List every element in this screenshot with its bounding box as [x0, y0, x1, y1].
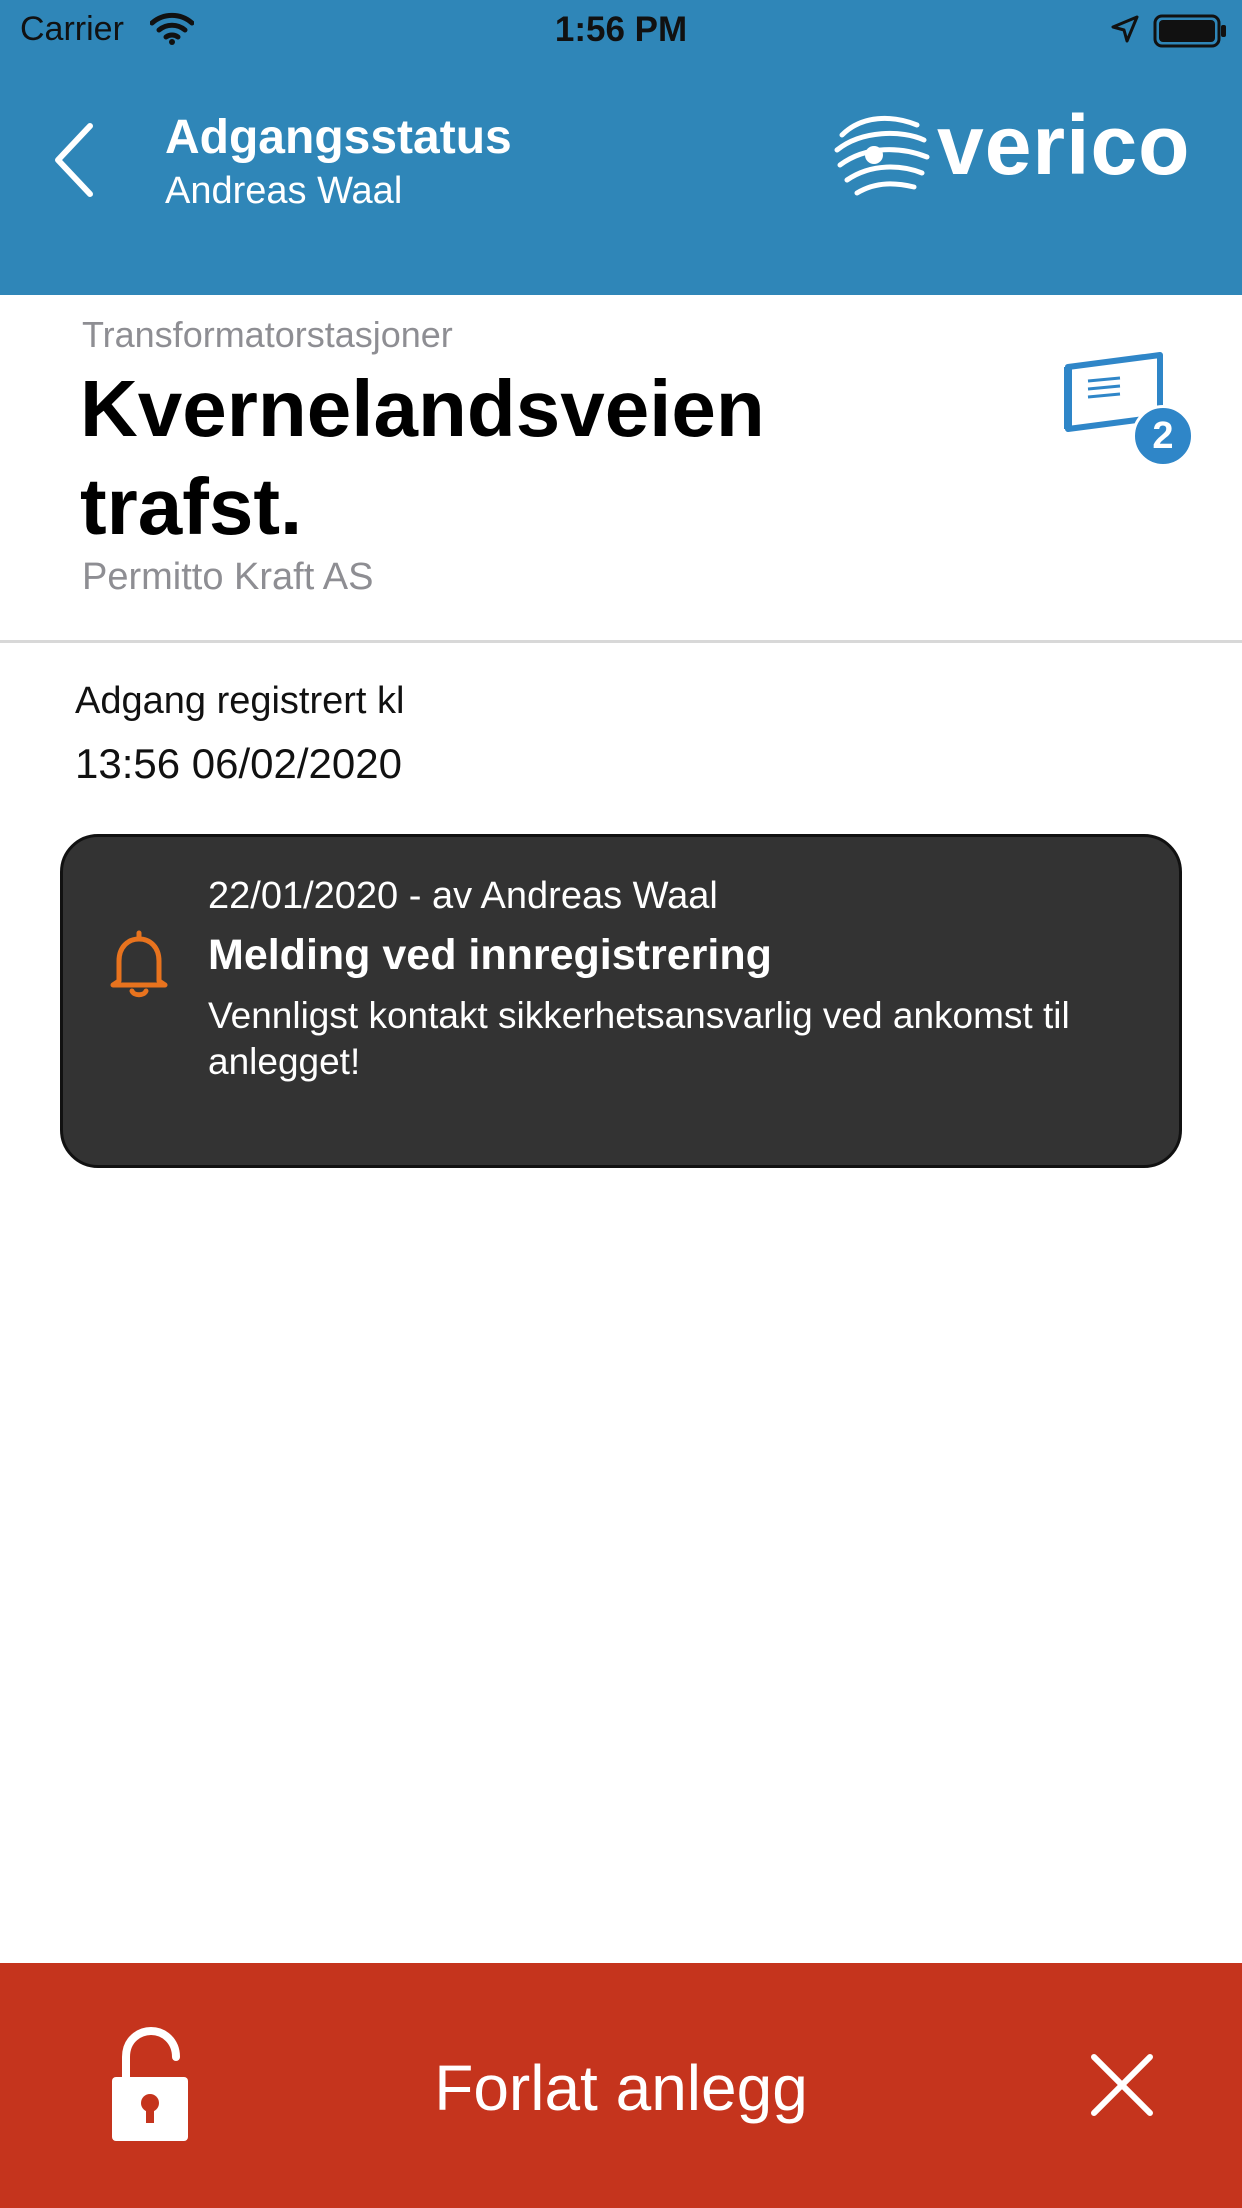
- status-bar: Carrier 1:56 PM: [0, 0, 1242, 62]
- documents-button[interactable]: 2: [1060, 345, 1200, 475]
- message-meta: 22/01/2020 - av Andreas Waal: [208, 875, 718, 917]
- status-time: 1:56 PM: [554, 10, 688, 49]
- page-subtitle: Andreas Waal: [165, 170, 403, 212]
- back-chevron-icon[interactable]: [50, 120, 100, 200]
- leave-site-button[interactable]: Forlat anlegg: [0, 1963, 1242, 2208]
- verico-logo-text: verico: [937, 98, 1191, 192]
- section-divider: [0, 640, 1242, 643]
- registration-label: Adgang registrert kl: [75, 680, 405, 722]
- location-arrow-icon: [1111, 15, 1139, 43]
- message-card: 22/01/2020 - av Andreas Waal Melding ved…: [60, 834, 1182, 1168]
- verico-logo: verico: [832, 98, 1190, 205]
- leave-site-label: Forlat anlegg: [434, 2052, 808, 2124]
- bell-icon: [110, 930, 168, 998]
- documents-count-badge: 2: [1132, 405, 1194, 467]
- close-icon[interactable]: [1090, 2053, 1154, 2117]
- site-owner: Permitto Kraft AS: [82, 556, 374, 598]
- page-title: Adgangsstatus: [165, 111, 512, 164]
- site-name: Kvernelandsveien trafst.: [80, 364, 765, 551]
- navigation-header: Carrier 1:56 PM Adgangsstatus Andreas Wa…: [0, 0, 1242, 295]
- verico-logo-mark-icon: [834, 115, 930, 196]
- battery-icon: [1153, 14, 1226, 48]
- registration-time: 13:56 06/02/2020: [75, 740, 402, 787]
- message-body: Vennligst kontakt sikkerhetsansvarlig ve…: [208, 995, 1070, 1082]
- message-title: Melding ved innregistrering: [208, 931, 772, 979]
- site-category: Transformatorstasjoner: [82, 314, 453, 355]
